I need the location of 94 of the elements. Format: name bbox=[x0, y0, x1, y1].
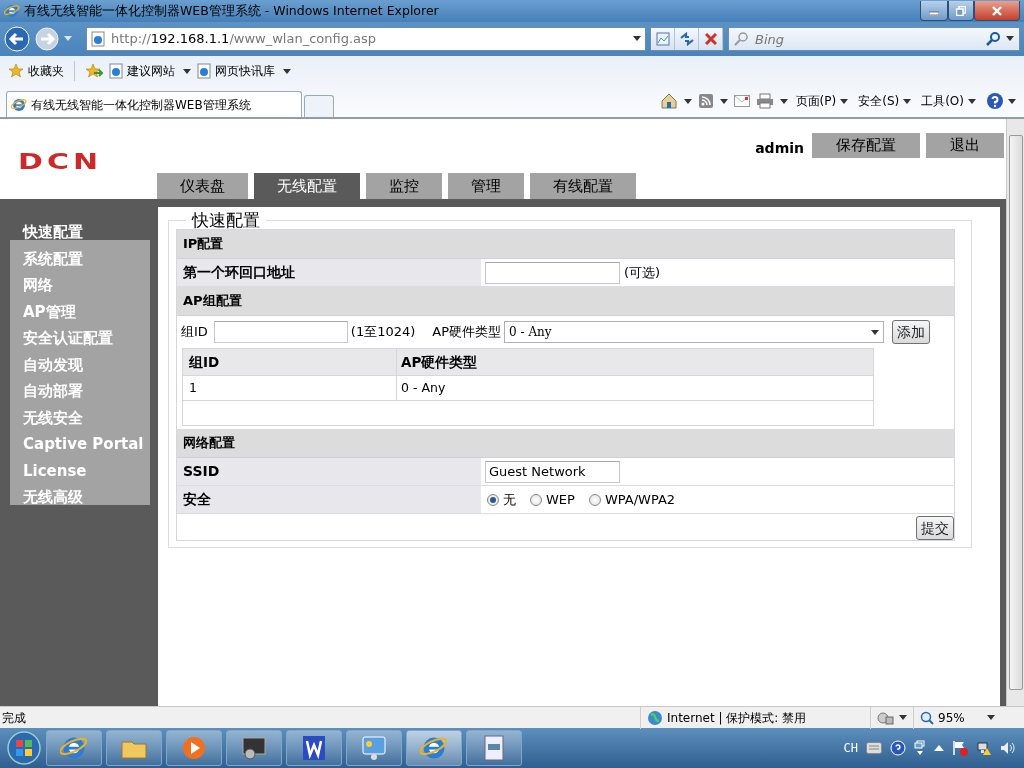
caret-icon[interactable] bbox=[719, 98, 728, 104]
home-icon[interactable] bbox=[659, 92, 678, 110]
restore-icon bbox=[956, 5, 966, 16]
add-button[interactable]: 添加 bbox=[892, 320, 931, 344]
scrollbar[interactable] bbox=[1006, 119, 1024, 706]
favorites-link[interactable]: 网页快讯库 bbox=[197, 62, 291, 80]
print-icon[interactable] bbox=[755, 93, 774, 109]
search-field[interactable]: Bing bbox=[728, 27, 1020, 51]
star-icon bbox=[8, 63, 24, 79]
help-button[interactable] bbox=[984, 92, 1018, 110]
hint-text: (1至1024) bbox=[350, 323, 416, 342]
field-label: 第一个环回口地址 bbox=[177, 259, 481, 286]
taskbar-button[interactable] bbox=[226, 730, 282, 766]
minimize-button[interactable] bbox=[920, 1, 948, 21]
section-header: IP配置 bbox=[177, 230, 954, 259]
table-cell: 1 bbox=[183, 376, 397, 400]
add-favorite-icon[interactable] bbox=[85, 63, 103, 79]
section-header: 网络配置 bbox=[177, 429, 954, 458]
browser-icon bbox=[4, 3, 20, 19]
field-label: SSID bbox=[177, 458, 481, 485]
browser-tab[interactable]: 有线无线智能一体化控制器WEB管理系统 bbox=[6, 91, 302, 117]
header-button[interactable]: 保存配置 bbox=[812, 133, 920, 158]
section-header: AP组配置 bbox=[177, 287, 954, 316]
url-text: http://192.168.1.1/www_wlan_config.asp bbox=[111, 30, 378, 49]
page-icon bbox=[91, 31, 105, 47]
status-text: 完成 bbox=[1, 709, 27, 727]
language-indicator[interactable]: CH bbox=[843, 739, 858, 757]
close-button[interactable] bbox=[974, 1, 1020, 21]
restore-button[interactable] bbox=[948, 1, 974, 21]
search-icon bbox=[734, 32, 748, 46]
username: admin bbox=[755, 139, 804, 158]
mail-icon[interactable] bbox=[733, 95, 750, 107]
menu-button[interactable]: 安全(S) bbox=[856, 92, 914, 110]
help-icon bbox=[986, 92, 1004, 110]
document-app-icon bbox=[300, 734, 328, 762]
page-icon bbox=[197, 63, 211, 79]
column-header: 组ID bbox=[183, 349, 397, 375]
caret-icon[interactable] bbox=[683, 98, 692, 104]
favorites-button[interactable]: 收藏夹 bbox=[8, 62, 64, 80]
caret-icon[interactable] bbox=[779, 98, 788, 104]
browser-icon bbox=[11, 96, 27, 113]
column-header: AP硬件类型 bbox=[400, 352, 479, 372]
media-player-icon bbox=[180, 734, 208, 762]
radio-option[interactable]: 无 bbox=[487, 489, 516, 510]
search-icon[interactable] bbox=[986, 32, 1000, 46]
taskbar-button[interactable] bbox=[286, 730, 342, 766]
field-label: 安全 bbox=[177, 486, 481, 513]
window-title: 有线无线智能一体化控制器WEB管理系统 - Windows Internet Explorer bbox=[24, 1, 440, 20]
logo: DCN bbox=[17, 147, 104, 176]
dropdown[interactable]: 0 - Any bbox=[504, 321, 885, 343]
taskbar-button[interactable] bbox=[46, 730, 102, 766]
refresh-icon[interactable] bbox=[678, 32, 695, 46]
zoom-icon bbox=[920, 710, 934, 725]
taskbar-button[interactable] bbox=[106, 730, 162, 766]
nav-tab[interactable]: 监控 bbox=[366, 173, 442, 199]
hint-text: (可选) bbox=[624, 263, 661, 282]
input-field[interactable] bbox=[485, 261, 620, 284]
stop-icon[interactable] bbox=[704, 33, 717, 45]
radio-option[interactable]: WPA/WPA2 bbox=[588, 489, 676, 510]
input-field[interactable]: Guest Network bbox=[485, 460, 620, 483]
speaker-icon[interactable] bbox=[1000, 740, 1016, 756]
field-label: AP硬件类型 bbox=[432, 323, 502, 342]
close-icon bbox=[992, 5, 1002, 16]
network-icon[interactable] bbox=[976, 740, 992, 756]
table-cell-text: 0 - Any bbox=[400, 378, 447, 397]
favorites-link[interactable]: 建议网站 bbox=[109, 62, 191, 80]
caret-icon[interactable] bbox=[633, 36, 641, 42]
nav-tab[interactable]: 无线配置 bbox=[254, 173, 360, 199]
submit-button[interactable]: 提交 bbox=[916, 516, 954, 540]
field-label: 组ID bbox=[181, 323, 208, 342]
action-center-flag-icon[interactable] bbox=[952, 740, 968, 756]
page-icon bbox=[109, 63, 123, 79]
menu-button[interactable]: 页面(P) bbox=[793, 92, 851, 110]
caret-icon[interactable] bbox=[899, 715, 907, 720]
start-button[interactable] bbox=[6, 730, 42, 766]
nav-tab[interactable]: 仪表盘 bbox=[157, 173, 248, 199]
nav-tab[interactable]: 有线配置 bbox=[530, 173, 636, 199]
radio-option[interactable]: WEP bbox=[530, 489, 575, 510]
panel-title: 快速配置 bbox=[190, 209, 261, 231]
taskbar-button[interactable] bbox=[166, 730, 222, 766]
nav-tab[interactable]: 管理 bbox=[448, 173, 524, 199]
back-button[interactable] bbox=[4, 26, 30, 52]
taskbar-button[interactable] bbox=[346, 730, 402, 766]
show-hidden-icon[interactable] bbox=[934, 744, 944, 752]
caret-icon[interactable] bbox=[1006, 36, 1014, 42]
forward-button[interactable] bbox=[34, 26, 60, 52]
header-button[interactable]: 退出 bbox=[926, 133, 1004, 158]
address-field[interactable]: http://192.168.1.1/www_wlan_config.asp bbox=[86, 27, 646, 51]
feed-icon[interactable] bbox=[697, 93, 714, 109]
globe-icon bbox=[647, 709, 663, 726]
menu-button[interactable]: 工具(O) bbox=[919, 92, 978, 110]
input-field[interactable] bbox=[213, 321, 348, 343]
taskbar-button[interactable] bbox=[466, 730, 522, 766]
help-icon[interactable] bbox=[890, 740, 906, 756]
